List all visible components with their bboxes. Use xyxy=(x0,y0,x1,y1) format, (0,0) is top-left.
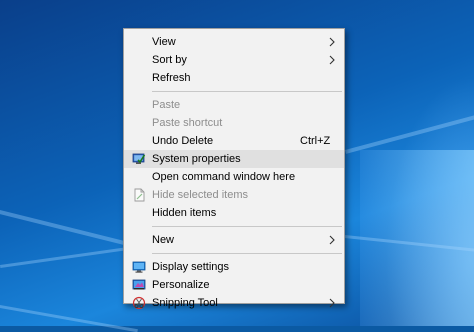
menu-item-label: Display settings xyxy=(152,261,230,273)
personalize-icon xyxy=(132,279,146,290)
menu-item-label: Snipping Tool xyxy=(152,297,218,309)
menu-item-label: View xyxy=(152,36,176,48)
snipping-tool-icon xyxy=(132,296,146,310)
menu-item-label: Hide selected items xyxy=(152,189,248,201)
menu-item-label: Refresh xyxy=(152,72,191,84)
wallpaper-light-beam xyxy=(0,305,138,332)
menu-item-system-properties[interactable]: System properties xyxy=(124,150,344,168)
menu-separator xyxy=(152,91,342,92)
menu-item-personalize[interactable]: Personalize xyxy=(124,276,344,294)
system-properties-icon xyxy=(132,153,146,164)
display-icon xyxy=(132,261,146,273)
menu-item-label: New xyxy=(152,234,175,246)
menu-item-label: Undo Delete xyxy=(152,135,214,147)
document-icon xyxy=(134,188,145,202)
menu-item-refresh[interactable]: Refresh xyxy=(124,69,344,87)
menu-item-display-settings[interactable]: Display settings xyxy=(124,258,344,276)
wallpaper-light-beam xyxy=(0,210,136,248)
chevron-right-icon xyxy=(329,298,335,308)
menu-item-view[interactable]: View xyxy=(124,33,344,51)
menu-separator xyxy=(152,226,342,227)
menu-item-label: Paste shortcut xyxy=(152,117,223,129)
menu-item-sort-by[interactable]: Sort by xyxy=(124,51,344,69)
chevron-right-icon xyxy=(329,235,335,245)
menu-item-label: Personalize xyxy=(152,279,210,291)
menu-item-hidden-items[interactable]: Hidden items xyxy=(124,204,344,222)
wallpaper-light-beam xyxy=(0,245,140,268)
wallpaper-light-beam xyxy=(345,113,474,154)
menu-item-label: Sort by xyxy=(152,54,187,66)
menu-item-paste-shortcut[interactable]: Paste shortcut xyxy=(124,114,344,132)
chevron-right-icon xyxy=(329,37,335,47)
menu-item-label: Hidden items xyxy=(152,207,217,219)
menu-item-snipping-tool[interactable]: Snipping Tool xyxy=(124,294,344,312)
menu-separator xyxy=(152,253,342,254)
menu-item-label: Open command window here xyxy=(152,171,296,183)
menu-item-hide-selected-items[interactable]: Hide selected items xyxy=(124,186,344,204)
desktop-context-menu: View Sort by Refresh Paste Paste shortcu… xyxy=(123,28,345,310)
menu-item-open-command-window[interactable]: Open command window here xyxy=(124,168,344,186)
menu-item-new[interactable]: New xyxy=(124,231,344,249)
menu-item-undo-delete[interactable]: Undo Delete Ctrl+Z xyxy=(124,132,344,150)
menu-item-label: System properties xyxy=(152,153,241,165)
chevron-right-icon xyxy=(329,55,335,65)
menu-item-paste[interactable]: Paste xyxy=(124,96,344,114)
menu-item-shortcut: Ctrl+Z xyxy=(300,135,331,147)
menu-item-label: Paste xyxy=(152,99,181,111)
